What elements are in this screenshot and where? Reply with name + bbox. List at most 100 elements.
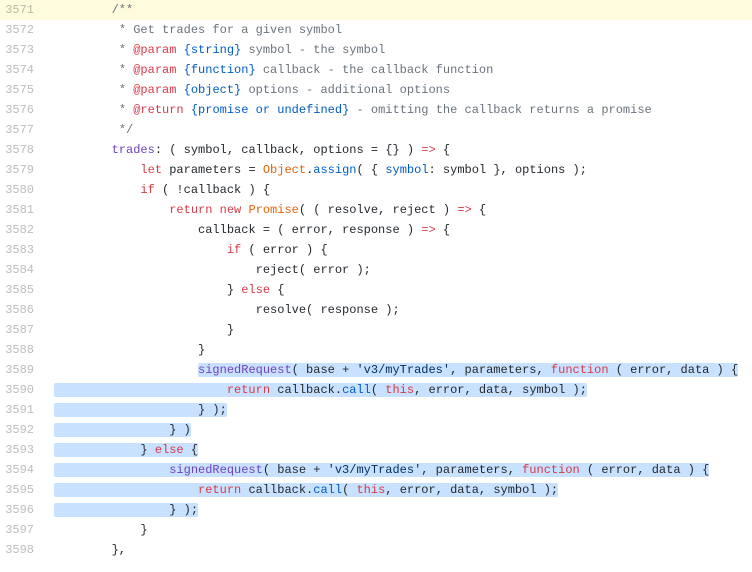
line-number[interactable]: 3583 — [0, 240, 44, 260]
code-content[interactable]: if ( !callback ) { — [44, 180, 752, 200]
line-number[interactable]: 3579 — [0, 160, 44, 180]
line-number[interactable]: 3575 — [0, 80, 44, 100]
code-content[interactable]: * @param {string} symbol - the symbol — [44, 40, 752, 60]
code-line[interactable]: 3578 trades: ( symbol, callback, options… — [0, 140, 752, 160]
code-line[interactable]: 3593 } else { — [0, 440, 752, 460]
token: */ — [119, 123, 133, 137]
line-number[interactable]: 3595 — [0, 480, 44, 500]
line-number[interactable]: 3573 — [0, 40, 44, 60]
code-content[interactable]: return new Promise( ( resolve, reject ) … — [44, 200, 752, 220]
code-line[interactable]: 3574 * @param {function} callback - the … — [0, 60, 752, 80]
code-content[interactable]: * @param {function} callback - the callb… — [44, 60, 752, 80]
code-content[interactable]: }, — [44, 540, 752, 560]
token: new — [220, 203, 242, 217]
line-number[interactable]: 3571 — [0, 0, 44, 20]
code-line[interactable]: 3589 signedRequest( base + 'v3/myTrades'… — [0, 360, 752, 380]
line-number[interactable]: 3578 — [0, 140, 44, 160]
line-number[interactable]: 3585 — [0, 280, 44, 300]
code-line[interactable]: 3598 }, — [0, 540, 752, 560]
line-number[interactable]: 3592 — [0, 420, 44, 440]
code-content[interactable]: signedRequest( base + 'v3/myTrades', par… — [44, 360, 752, 380]
code-line[interactable]: 3576 * @return {promise or undefined} - … — [0, 100, 752, 120]
line-number[interactable]: 3572 — [0, 20, 44, 40]
code-content[interactable]: } ); — [44, 500, 752, 520]
selection: return callback.call( this, error, data,… — [54, 483, 558, 497]
code-content[interactable]: let parameters = Object.assign( { symbol… — [44, 160, 752, 180]
code-line[interactable]: 3587 } — [0, 320, 752, 340]
code-line[interactable]: 3597 } — [0, 520, 752, 540]
code-content[interactable]: } — [44, 340, 752, 360]
code-line[interactable]: 3591 } ); — [0, 400, 752, 420]
code-content[interactable]: } — [44, 320, 752, 340]
line-number[interactable]: 3587 — [0, 320, 44, 340]
line-number[interactable]: 3594 — [0, 460, 44, 480]
code-line[interactable]: 3594 signedRequest( base + 'v3/myTrades'… — [0, 460, 752, 480]
code-content[interactable]: * Get trades for a given symbol — [44, 20, 752, 40]
code-line[interactable]: 3581 return new Promise( ( resolve, reje… — [0, 200, 752, 220]
token: call — [342, 383, 371, 397]
code-content[interactable]: return callback.call( this, error, data,… — [44, 380, 752, 400]
code-content[interactable]: resolve( response ); — [44, 300, 752, 320]
line-number[interactable]: 3596 — [0, 500, 44, 520]
line-number[interactable]: 3581 — [0, 200, 44, 220]
code-line[interactable]: 3583 if ( error ) { — [0, 240, 752, 260]
token: : symbol }, options ); — [429, 163, 587, 177]
code-content[interactable]: */ — [44, 120, 752, 140]
code-content[interactable]: } ) — [44, 420, 752, 440]
token: signedRequest — [198, 363, 292, 377]
code-view[interactable]: 3571 /**3572 * Get trades for a given sy… — [0, 0, 752, 560]
code-line[interactable]: 3586 resolve( response ); — [0, 300, 752, 320]
line-number[interactable]: 3577 — [0, 120, 44, 140]
token — [176, 63, 183, 77]
selection: } ); — [54, 503, 198, 517]
code-content[interactable]: callback = ( error, response ) => { — [44, 220, 752, 240]
line-number[interactable]: 3590 — [0, 380, 44, 400]
code-line[interactable]: 3582 callback = ( error, response ) => { — [0, 220, 752, 240]
code-line[interactable]: 3577 */ — [0, 120, 752, 140]
code-content[interactable]: trades: ( symbol, callback, options = {}… — [44, 140, 752, 160]
token: return — [227, 383, 270, 397]
code-line[interactable]: 3592 } ) — [0, 420, 752, 440]
code-line[interactable]: 3595 return callback.call( this, error, … — [0, 480, 752, 500]
code-content[interactable]: reject( error ); — [44, 260, 752, 280]
code-content[interactable]: /** — [44, 0, 752, 20]
line-number[interactable]: 3576 — [0, 100, 44, 120]
token: * — [119, 43, 133, 57]
code-line[interactable]: 3596 } ); — [0, 500, 752, 520]
line-number[interactable]: 3584 — [0, 260, 44, 280]
code-line[interactable]: 3584 reject( error ); — [0, 260, 752, 280]
line-number[interactable]: 3597 — [0, 520, 44, 540]
line-number[interactable]: 3574 — [0, 60, 44, 80]
code-line[interactable]: 3585 } else { — [0, 280, 752, 300]
code-line[interactable]: 3572 * Get trades for a given symbol — [0, 20, 752, 40]
line-number[interactable]: 3591 — [0, 400, 44, 420]
token: function — [522, 463, 580, 477]
code-content[interactable]: * @return {promise or undefined} - omitt… — [44, 100, 752, 120]
code-line[interactable]: 3573 * @param {string} symbol - the symb… — [0, 40, 752, 60]
line-number[interactable]: 3589 — [0, 360, 44, 380]
code-content[interactable]: } else { — [44, 440, 752, 460]
code-line[interactable]: 3580 if ( !callback ) { — [0, 180, 752, 200]
code-content[interactable]: } ); — [44, 400, 752, 420]
code-line[interactable]: 3590 return callback.call( this, error, … — [0, 380, 752, 400]
code-line[interactable]: 3575 * @param {object} options - additio… — [0, 80, 752, 100]
line-number[interactable]: 3593 — [0, 440, 44, 460]
line-number[interactable]: 3580 — [0, 180, 44, 200]
line-number[interactable]: 3582 — [0, 220, 44, 240]
code-content[interactable]: * @param {object} options - additional o… — [44, 80, 752, 100]
token: {string} — [184, 43, 242, 57]
code-line[interactable]: 3579 let parameters = Object.assign( { s… — [0, 160, 752, 180]
code-content[interactable]: } else { — [44, 280, 752, 300]
code-content[interactable]: if ( error ) { — [44, 240, 752, 260]
line-number[interactable]: 3588 — [0, 340, 44, 360]
line-number[interactable]: 3598 — [0, 540, 44, 560]
code-line[interactable]: 3571 /** — [0, 0, 752, 20]
line-number[interactable]: 3586 — [0, 300, 44, 320]
code-content[interactable]: } — [44, 520, 752, 540]
token: , error, data, symbol ); — [385, 483, 558, 497]
code-content[interactable]: return callback.call( this, error, data,… — [44, 480, 752, 500]
code-content[interactable]: signedRequest( base + 'v3/myTrades', par… — [44, 460, 752, 480]
token: => — [421, 143, 435, 157]
code-line[interactable]: 3588 } — [0, 340, 752, 360]
token: * — [119, 103, 133, 117]
